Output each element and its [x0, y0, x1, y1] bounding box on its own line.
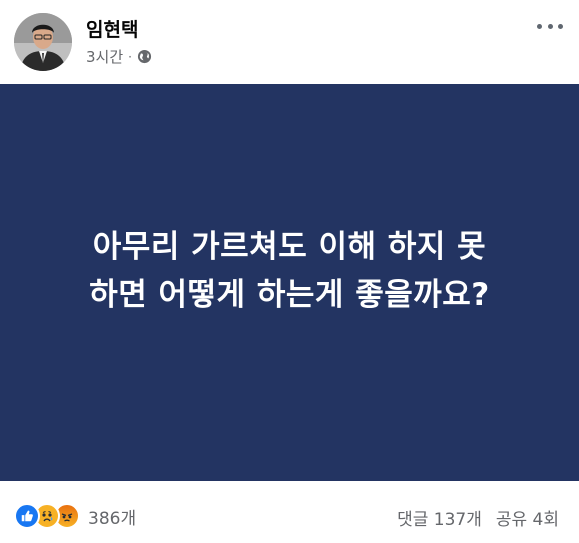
globe-icon[interactable] [137, 49, 152, 64]
reactions-summary[interactable]: 386개 [14, 503, 136, 529]
author-name[interactable]: 임현택 [86, 15, 138, 42]
post-card-text: 아무리 가르쳐도 이해 하지 못 하면 어떻게 하는게 좋을까요? [0, 223, 579, 319]
more-options-icon[interactable] [537, 14, 563, 38]
post-time[interactable]: 3시간 [86, 46, 123, 67]
engagement-stats: 댓글 137개 공유 4회 [397, 505, 559, 530]
post-text-card[interactable]: 아무리 가르쳐도 이해 하지 못 하면 어떻게 하는게 좋을까요? [0, 84, 579, 481]
post-header: 임현택 3시간 · [0, 0, 579, 84]
more-dot [558, 23, 563, 29]
avatar[interactable] [14, 13, 72, 71]
more-dot [537, 23, 542, 29]
post-footer: 386개 댓글 137개 공유 4회 [0, 481, 579, 543]
post-card-line-2: 하면 어떻게 하는게 좋을까요? [89, 277, 490, 313]
reaction-count[interactable]: 386개 [88, 504, 136, 529]
meta-separator: · [128, 49, 132, 64]
more-dot [547, 23, 553, 29]
like-icon [14, 503, 40, 529]
avatar-image [14, 13, 72, 71]
post-card-line-1: 아무리 가르쳐도 이해 하지 못 [92, 229, 487, 265]
share-count[interactable]: 공유 4회 [496, 505, 559, 530]
comment-count[interactable]: 댓글 137개 [397, 505, 482, 530]
post-meta: 3시간 · [86, 46, 152, 67]
